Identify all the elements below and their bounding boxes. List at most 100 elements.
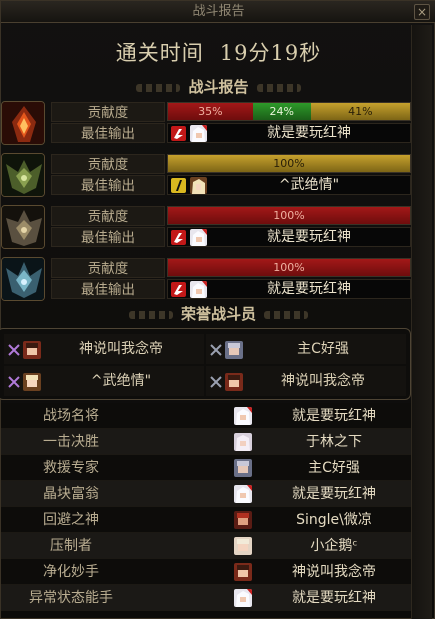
blue-armor-icon (1, 257, 45, 301)
award-player-name: 就是要玩红神 (292, 590, 376, 606)
honor-member: 神说叫我念帝 (4, 334, 204, 364)
player-row: 贡献度 最佳输出 100% 就是要玩红神 (1, 204, 413, 250)
player-row: 贡献度 最佳输出 35% 24% 41% 就是要玩红神 (1, 100, 413, 146)
honor-panel: 神说叫我念帝 主C好强 ^武绝情" 神说叫我念帝 (0, 328, 411, 400)
player-row: 贡献度 最佳输出 100% ^武绝情" (1, 152, 413, 198)
window-title: 战斗报告 (192, 4, 245, 19)
avatar-icon (234, 459, 252, 477)
award-row: 战场名将 就是要玩红神 (1, 403, 413, 429)
award-row: 净化妙手 神说叫我念帝 (1, 559, 413, 585)
avatar-icon (23, 341, 41, 359)
honor-member-name: 神说叫我念帝 (79, 341, 163, 357)
scrollbar[interactable] (411, 25, 432, 619)
avatar-icon (234, 589, 252, 607)
honor-member: ^武绝情" (4, 366, 204, 396)
avatar-icon (234, 511, 252, 529)
green-armor-icon (1, 153, 45, 197)
window-titlebar[interactable]: 战斗报告 × (1, 1, 435, 23)
award-player-name: 于林之下 (306, 434, 362, 450)
header-ornament-right (256, 83, 301, 92)
avatar-icon (225, 373, 243, 391)
honor-title: 荣誉战斗员 (180, 305, 256, 323)
award-player-name: 神说叫我念帝 (292, 564, 376, 580)
award-player-name: 就是要玩红神 (292, 486, 376, 502)
avatar-icon (23, 373, 41, 391)
avatar-icon (234, 433, 252, 451)
crossed-swords-icon (8, 344, 20, 356)
honor-member-name: ^武绝情" (90, 373, 152, 389)
avatar-icon (225, 341, 243, 359)
crossed-swords-icon (210, 376, 222, 388)
honor-member-name: 主C好强 (297, 341, 349, 357)
skill-icon (171, 282, 186, 297)
best-output-label: 最佳输出 (51, 279, 165, 299)
avatar-icon (234, 407, 252, 425)
honor-member: 主C好强 (206, 334, 406, 364)
skill-icon (171, 126, 186, 141)
award-title: 晶块富翁 (43, 486, 99, 502)
contribution-label: 贡献度 (51, 206, 165, 226)
contribution-segment: 100% (168, 259, 410, 276)
header-ornament-left (136, 83, 181, 92)
contribution-label: 贡献度 (51, 154, 165, 174)
award-row: 回避之神 Single\微凉 (1, 507, 413, 533)
contribution-segment: 24% (252, 103, 311, 120)
avatar-icon (190, 229, 207, 246)
avatar-icon (234, 537, 252, 555)
best-output-field: 就是要玩红神 (167, 227, 411, 247)
battle-report-window: 战斗报告 × 通关时间 19分19秒 战斗报告 贡献度 最佳输出 35% 24% … (0, 0, 435, 619)
award-title: 回避之神 (43, 512, 99, 528)
skill-icon (171, 178, 186, 193)
avatar-icon (234, 485, 252, 503)
flame-warrior-icon (1, 101, 45, 145)
award-player-name: 小企鹅ᶜ (310, 538, 358, 554)
award-row: 救援专家 主C好强 (1, 455, 413, 481)
contribution-segment: 100% (168, 207, 410, 224)
best-output-field: 就是要玩红神 (167, 279, 411, 299)
player-row: 贡献度 最佳输出 100% 就是要玩红神 (1, 256, 413, 302)
award-title: 战场名将 (43, 408, 99, 424)
close-button[interactable]: × (414, 4, 430, 20)
dark-armor-icon (1, 205, 45, 249)
battle-report-heading: 战斗报告 (1, 76, 435, 98)
award-player-name: 主C好强 (308, 460, 360, 476)
best-output-field: ^武绝情" (167, 175, 411, 195)
avatar-icon (234, 563, 252, 581)
contribution-segment: 41% (310, 103, 410, 120)
award-title: 压制者 (50, 538, 92, 554)
contribution-label: 贡献度 (51, 102, 165, 122)
contribution-bar: 100% (167, 206, 411, 225)
crossed-swords-icon (8, 376, 20, 388)
skill-icon (171, 230, 186, 245)
contribution-bar: 100% (167, 154, 411, 173)
best-output-label: 最佳输出 (51, 175, 165, 195)
best-output-label: 最佳输出 (51, 227, 165, 247)
contribution-bar: 35% 24% 41% (167, 102, 411, 121)
contribution-label: 贡献度 (51, 258, 165, 278)
best-output-name: 就是要玩红神 (267, 125, 351, 141)
header-ornament-left (128, 310, 173, 319)
contribution-segment: 35% (168, 103, 253, 120)
award-player-name: 就是要玩红神 (292, 408, 376, 424)
contribution-bar: 100% (167, 258, 411, 277)
best-output-name: ^武绝情" (278, 177, 340, 193)
award-player-name: Single\微凉 (296, 512, 372, 528)
award-row: 一击决胜 于林之下 (1, 429, 413, 455)
crossed-swords-icon (210, 344, 222, 356)
close-icon: × (416, 5, 428, 19)
awards-table: 战场名将 就是要玩红神 一击决胜 于林之下 救援专家 主C好强 晶块富翁 就是要… (1, 403, 413, 611)
award-row: 压制者 小企鹅ᶜ (1, 533, 413, 559)
avatar-icon (190, 177, 207, 194)
avatar-icon (190, 281, 207, 298)
best-output-name: 就是要玩红神 (267, 281, 351, 297)
award-title: 一击决胜 (43, 434, 99, 450)
best-output-label: 最佳输出 (51, 123, 165, 143)
award-title: 救援专家 (43, 460, 99, 476)
award-title: 异常状态能手 (29, 590, 113, 606)
clear-time-value: 19分19秒 (219, 41, 322, 65)
contribution-segment: 100% (168, 155, 410, 172)
honor-member: 神说叫我念帝 (206, 366, 406, 396)
battle-report-title: 战斗报告 (188, 78, 249, 96)
honor-member-name: 神说叫我念帝 (281, 373, 365, 389)
clear-time-label: 通关时间 (115, 41, 204, 65)
